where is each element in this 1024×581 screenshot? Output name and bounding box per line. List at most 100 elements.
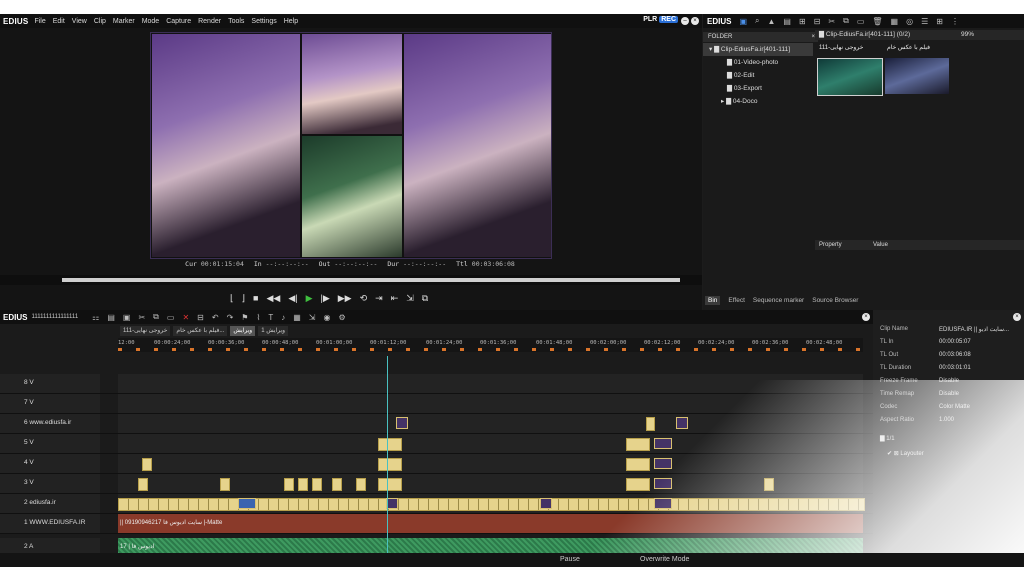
- scrub-bar[interactable]: [62, 278, 680, 282]
- copy-icon[interactable]: ⧉: [153, 312, 159, 322]
- delete-icon[interactable]: ✕: [182, 313, 189, 322]
- settings-icon[interactable]: ⚙: [338, 313, 345, 322]
- menu-mode[interactable]: Mode: [142, 18, 160, 25]
- track-area[interactable]: [118, 374, 863, 393]
- track-area[interactable]: [118, 414, 863, 433]
- folder-view-icon[interactable]: ▣: [739, 17, 747, 26]
- export-icon[interactable]: ⇲: [406, 293, 414, 304]
- snapshot-icon[interactable]: ◉: [324, 313, 331, 322]
- folder-item[interactable]: ▇ 02-Edit: [703, 69, 813, 82]
- playhead[interactable]: [387, 356, 388, 556]
- folder-item[interactable]: ▇ 03-Export: [703, 82, 813, 95]
- step-back-icon[interactable]: ◀|: [288, 293, 297, 304]
- play-icon[interactable]: ▶: [306, 293, 313, 304]
- menu-edit[interactable]: Edit: [53, 18, 65, 25]
- paste-icon[interactable]: ▭: [857, 17, 865, 26]
- clip[interactable]: [298, 478, 308, 491]
- add-marker-icon[interactable]: ⚑: [241, 313, 248, 322]
- clip[interactable]: [626, 478, 650, 491]
- menu-file[interactable]: File: [34, 18, 45, 25]
- clip[interactable]: [284, 478, 294, 491]
- clip[interactable]: [764, 478, 774, 491]
- clip[interactable]: [654, 438, 672, 449]
- clip[interactable]: [238, 498, 256, 509]
- menu-capture[interactable]: Capture: [166, 18, 191, 25]
- set-out-icon[interactable]: ⌋: [242, 293, 246, 304]
- render-icon[interactable]: ▦: [293, 313, 301, 322]
- step-forward-icon[interactable]: |▶: [321, 293, 330, 304]
- timeline-ruler[interactable]: 12:00 00:00:24;00 00:00:36;00 00:00:48;0…: [118, 338, 863, 352]
- info-close-icon[interactable]: ×: [1013, 313, 1021, 321]
- layout-icon[interactable]: ☰: [921, 17, 928, 26]
- rewind-icon[interactable]: ◀◀: [266, 293, 280, 304]
- track-area[interactable]: [118, 474, 863, 493]
- redo-icon[interactable]: ↷: [227, 313, 234, 322]
- render-icon[interactable]: ◎: [906, 17, 913, 26]
- folder-item[interactable]: ▸ ▇ 04-Doco: [703, 95, 813, 108]
- cut-icon[interactable]: ✂: [138, 313, 145, 322]
- menu-help[interactable]: Help: [284, 18, 298, 25]
- clip[interactable]: [378, 458, 402, 471]
- text-icon[interactable]: T: [268, 313, 273, 322]
- clip-thumbnail[interactable]: [817, 58, 883, 96]
- sequence-menu-icon[interactable]: ⚏: [92, 313, 99, 322]
- insert-icon[interactable]: ⇥: [375, 293, 383, 304]
- copy-icon[interactable]: ⧉: [843, 16, 849, 26]
- undo-icon[interactable]: ↶: [212, 313, 219, 322]
- loop-icon[interactable]: ⟲: [360, 293, 368, 304]
- search-icon[interactable]: ⌕: [755, 16, 759, 26]
- up-icon[interactable]: ▲: [768, 17, 776, 26]
- track-area[interactable]: [118, 394, 863, 413]
- clip[interactable]: [332, 478, 342, 491]
- minimize-icon[interactable]: –: [681, 17, 689, 25]
- effect-layouter[interactable]: ✔ ⊠ Layouter: [887, 450, 924, 457]
- tab-sequence[interactable]: فیلم با عکس خام...: [173, 326, 228, 336]
- clip[interactable]: [654, 478, 672, 489]
- cut-icon[interactable]: ✂: [828, 17, 835, 26]
- view-grid-icon[interactable]: ⊞: [936, 17, 943, 26]
- clip[interactable]: [626, 438, 650, 451]
- tab-sequence-marker[interactable]: Sequence marker: [753, 297, 804, 304]
- clip[interactable]: [138, 478, 148, 491]
- clip[interactable]: [646, 417, 655, 431]
- add-clip-icon[interactable]: ⊞: [799, 17, 806, 26]
- set-in-icon[interactable]: ⌊: [230, 293, 234, 304]
- ripple-icon[interactable]: ⊟: [197, 313, 204, 322]
- delete-icon[interactable]: 🗑: [872, 17, 882, 26]
- menu-clip[interactable]: Clip: [94, 18, 106, 25]
- settings-icon[interactable]: ⧉: [422, 293, 428, 304]
- overwrite-icon[interactable]: ⇤: [391, 293, 399, 304]
- close-icon[interactable]: ×: [691, 17, 699, 25]
- tab-source-browser[interactable]: Source Browser: [812, 297, 858, 304]
- menu-marker[interactable]: Marker: [113, 18, 135, 25]
- clip[interactable]: [356, 478, 366, 491]
- track-area[interactable]: [118, 454, 863, 473]
- menu-render[interactable]: Render: [198, 18, 221, 25]
- track-area[interactable]: [118, 434, 863, 453]
- folder-item[interactable]: ▇ 01-Video-photo: [703, 56, 813, 69]
- clip-strip[interactable]: [118, 498, 865, 511]
- export-icon[interactable]: ⇲: [309, 313, 316, 322]
- split-icon[interactable]: ⌇: [256, 313, 260, 322]
- folder-root[interactable]: ▾ ▇ Clip-EdiusFa.ir[401-111]: [703, 43, 813, 56]
- tab-sequence[interactable]: ویرایش 1: [258, 326, 289, 336]
- menu-settings[interactable]: Settings: [251, 18, 276, 25]
- tab-sequence[interactable]: خروجی نهایی-111: [120, 326, 171, 336]
- save-icon[interactable]: ▣: [123, 313, 131, 322]
- fast-forward-icon[interactable]: ▶▶: [338, 293, 352, 304]
- tab-sequence[interactable]: ویرایش: [230, 326, 256, 336]
- audio-icon[interactable]: ♪: [281, 313, 285, 322]
- menu-icon[interactable]: ⋮: [951, 17, 959, 26]
- menu-view[interactable]: View: [72, 18, 87, 25]
- clip[interactable]: [378, 438, 402, 451]
- paste-icon[interactable]: ▭: [167, 313, 175, 322]
- clip[interactable]: [654, 498, 672, 509]
- track-area[interactable]: || 09190946217 سایت ادیوس فا |-Matte: [118, 514, 863, 533]
- clip[interactable]: [654, 458, 672, 469]
- sequence-icon[interactable]: ⊟: [814, 17, 821, 26]
- clip[interactable]: [626, 458, 650, 471]
- clip[interactable]: [396, 417, 408, 429]
- plr-rec-toggle[interactable]: PLR REC: [643, 16, 678, 23]
- timeline-close-icon[interactable]: ×: [862, 313, 870, 321]
- clip[interactable]: [540, 498, 552, 509]
